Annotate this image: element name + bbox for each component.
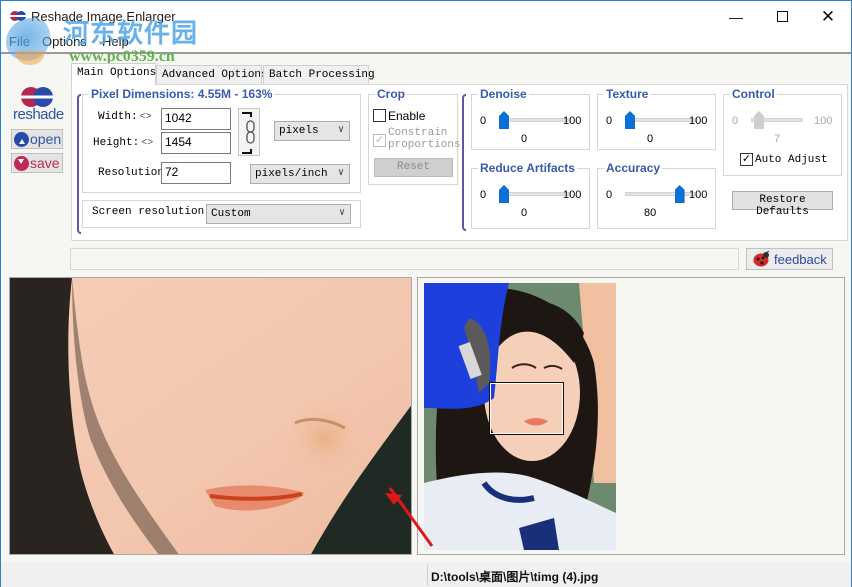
auto-adjust-label: Auto Adjust: [755, 154, 828, 166]
accuracy-slider[interactable]: [625, 185, 697, 203]
save-button[interactable]: save: [11, 153, 63, 173]
accuracy-min: 0: [606, 189, 613, 201]
width-label: Width: <>: [98, 111, 152, 123]
reduce-artifacts-slider[interactable]: [499, 185, 571, 203]
maximize-icon: [776, 11, 788, 22]
constrain-link-button[interactable]: [238, 108, 260, 156]
tab-main-options[interactable]: Main Options: [71, 63, 156, 85]
close-button[interactable]: ✕: [805, 1, 851, 32]
texture-value: 0: [647, 133, 654, 145]
reshade-logo-text: reshade: [13, 106, 64, 123]
chevron-down-icon: ∨: [338, 208, 345, 219]
slider-thumb[interactable]: [625, 111, 635, 129]
resize-arrows-icon: <>: [139, 112, 152, 123]
slider-track: [499, 118, 571, 122]
texture-slider[interactable]: [625, 111, 697, 129]
minimize-icon: —: [729, 8, 743, 25]
reduce-artifacts-min: 0: [480, 189, 487, 201]
denoise-value: 0: [521, 133, 528, 145]
control-slider[interactable]: [751, 111, 803, 129]
denoise-slider[interactable]: [499, 111, 571, 129]
width-input[interactable]: 1042: [161, 108, 231, 130]
slider-track: [625, 118, 697, 122]
open-icon: [14, 131, 29, 147]
resolution-unit-select[interactable]: pixels/inch ∨: [250, 164, 350, 184]
chevron-down-icon: ∨: [337, 125, 344, 136]
open-button[interactable]: open: [11, 129, 63, 149]
reduce-artifacts-title: Reduce Artifacts: [478, 161, 577, 175]
auto-adjust-checkbox[interactable]: ✓: [740, 153, 753, 166]
reduce-artifacts-value: 0: [521, 207, 528, 219]
texture-min: 0: [606, 115, 613, 127]
tab-advanced-options[interactable]: Advanced Options: [156, 65, 268, 85]
pixel-dimensions-title: Pixel Dimensions: 4.55M - 163%: [89, 87, 275, 101]
status-file-path: D:\tools\桌面\图片\timg (4).jpg: [431, 570, 599, 584]
annotation-arrow-line: [388, 487, 434, 547]
crop-reset-button[interactable]: Reset: [374, 158, 453, 177]
control-value: 7: [774, 133, 781, 145]
enlarged-preview[interactable]: [9, 277, 412, 555]
crop-enable-label: Enable: [388, 109, 426, 123]
texture-max: 100: [689, 115, 708, 127]
denoise-min: 0: [480, 115, 487, 127]
status-bar: [1, 562, 851, 587]
slider-thumb[interactable]: [753, 111, 764, 129]
chain-link-icon: [242, 112, 255, 154]
minimize-button[interactable]: —: [713, 1, 759, 32]
ladybug-icon: [753, 251, 770, 267]
slider-track: [625, 192, 697, 196]
control-min: 0: [732, 115, 739, 127]
app-window: Reshade Image Enlarger — ✕ File Options …: [0, 0, 852, 587]
crop-title: Crop: [375, 87, 407, 101]
constrain-label-line1: Constrain: [388, 127, 448, 139]
close-icon: ✕: [820, 6, 836, 26]
left-toolbar: reshade open save: [2, 54, 64, 264]
constrain-label-line2: proportions: [388, 139, 461, 151]
group-bracket: [77, 94, 81, 234]
maximize-button[interactable]: [759, 1, 805, 32]
accuracy-max: 100: [689, 189, 708, 201]
screen-resolution-label: Screen resolution: [92, 206, 205, 218]
tab-batch-processing[interactable]: Batch Processing: [263, 65, 375, 85]
enlarged-face-image: [10, 278, 411, 554]
slider-thumb[interactable]: [499, 185, 509, 203]
reshade-logo-icon: [21, 87, 53, 107]
resolution-label: Resolution: [98, 167, 165, 179]
reduce-artifacts-max: 100: [563, 189, 582, 201]
overview-panel: [388, 277, 845, 555]
resolution-input[interactable]: 72: [161, 162, 231, 184]
feedback-button[interactable]: feedback: [746, 248, 833, 270]
open-label: open: [30, 131, 62, 147]
denoise-title: Denoise: [478, 87, 529, 101]
slider-thumb[interactable]: [674, 185, 685, 203]
resize-arrows-icon: <>: [141, 138, 154, 149]
screen-resolution-select[interactable]: Custom ∨: [206, 204, 351, 224]
slider-track: [499, 192, 571, 196]
feedback-label: feedback: [774, 251, 827, 267]
info-bar: [70, 248, 739, 270]
viewport-selection-rectangle[interactable]: [489, 382, 564, 435]
chevron-down-icon: ∨: [337, 168, 344, 179]
texture-title: Texture: [604, 87, 651, 101]
restore-defaults-button[interactable]: Restore Defaults: [732, 191, 833, 218]
constrain-proportions-checkbox[interactable]: ✓: [373, 134, 386, 147]
save-label: save: [30, 155, 60, 171]
height-input[interactable]: 1454: [161, 132, 231, 154]
pixel-unit-select[interactable]: pixels ∨: [274, 121, 350, 141]
slider-thumb[interactable]: [499, 111, 509, 129]
control-max: 100: [814, 115, 833, 127]
control-title: Control: [730, 87, 777, 101]
group-bracket: [462, 94, 466, 231]
save-icon: [14, 155, 29, 171]
crop-enable-checkbox[interactable]: [373, 109, 386, 122]
denoise-max: 100: [563, 115, 582, 127]
accuracy-title: Accuracy: [604, 161, 663, 175]
height-label: Height: <>: [93, 137, 154, 149]
accuracy-value: 80: [644, 207, 657, 219]
watermark-text: 河东软件园: [63, 19, 199, 49]
status-divider: [427, 564, 428, 586]
